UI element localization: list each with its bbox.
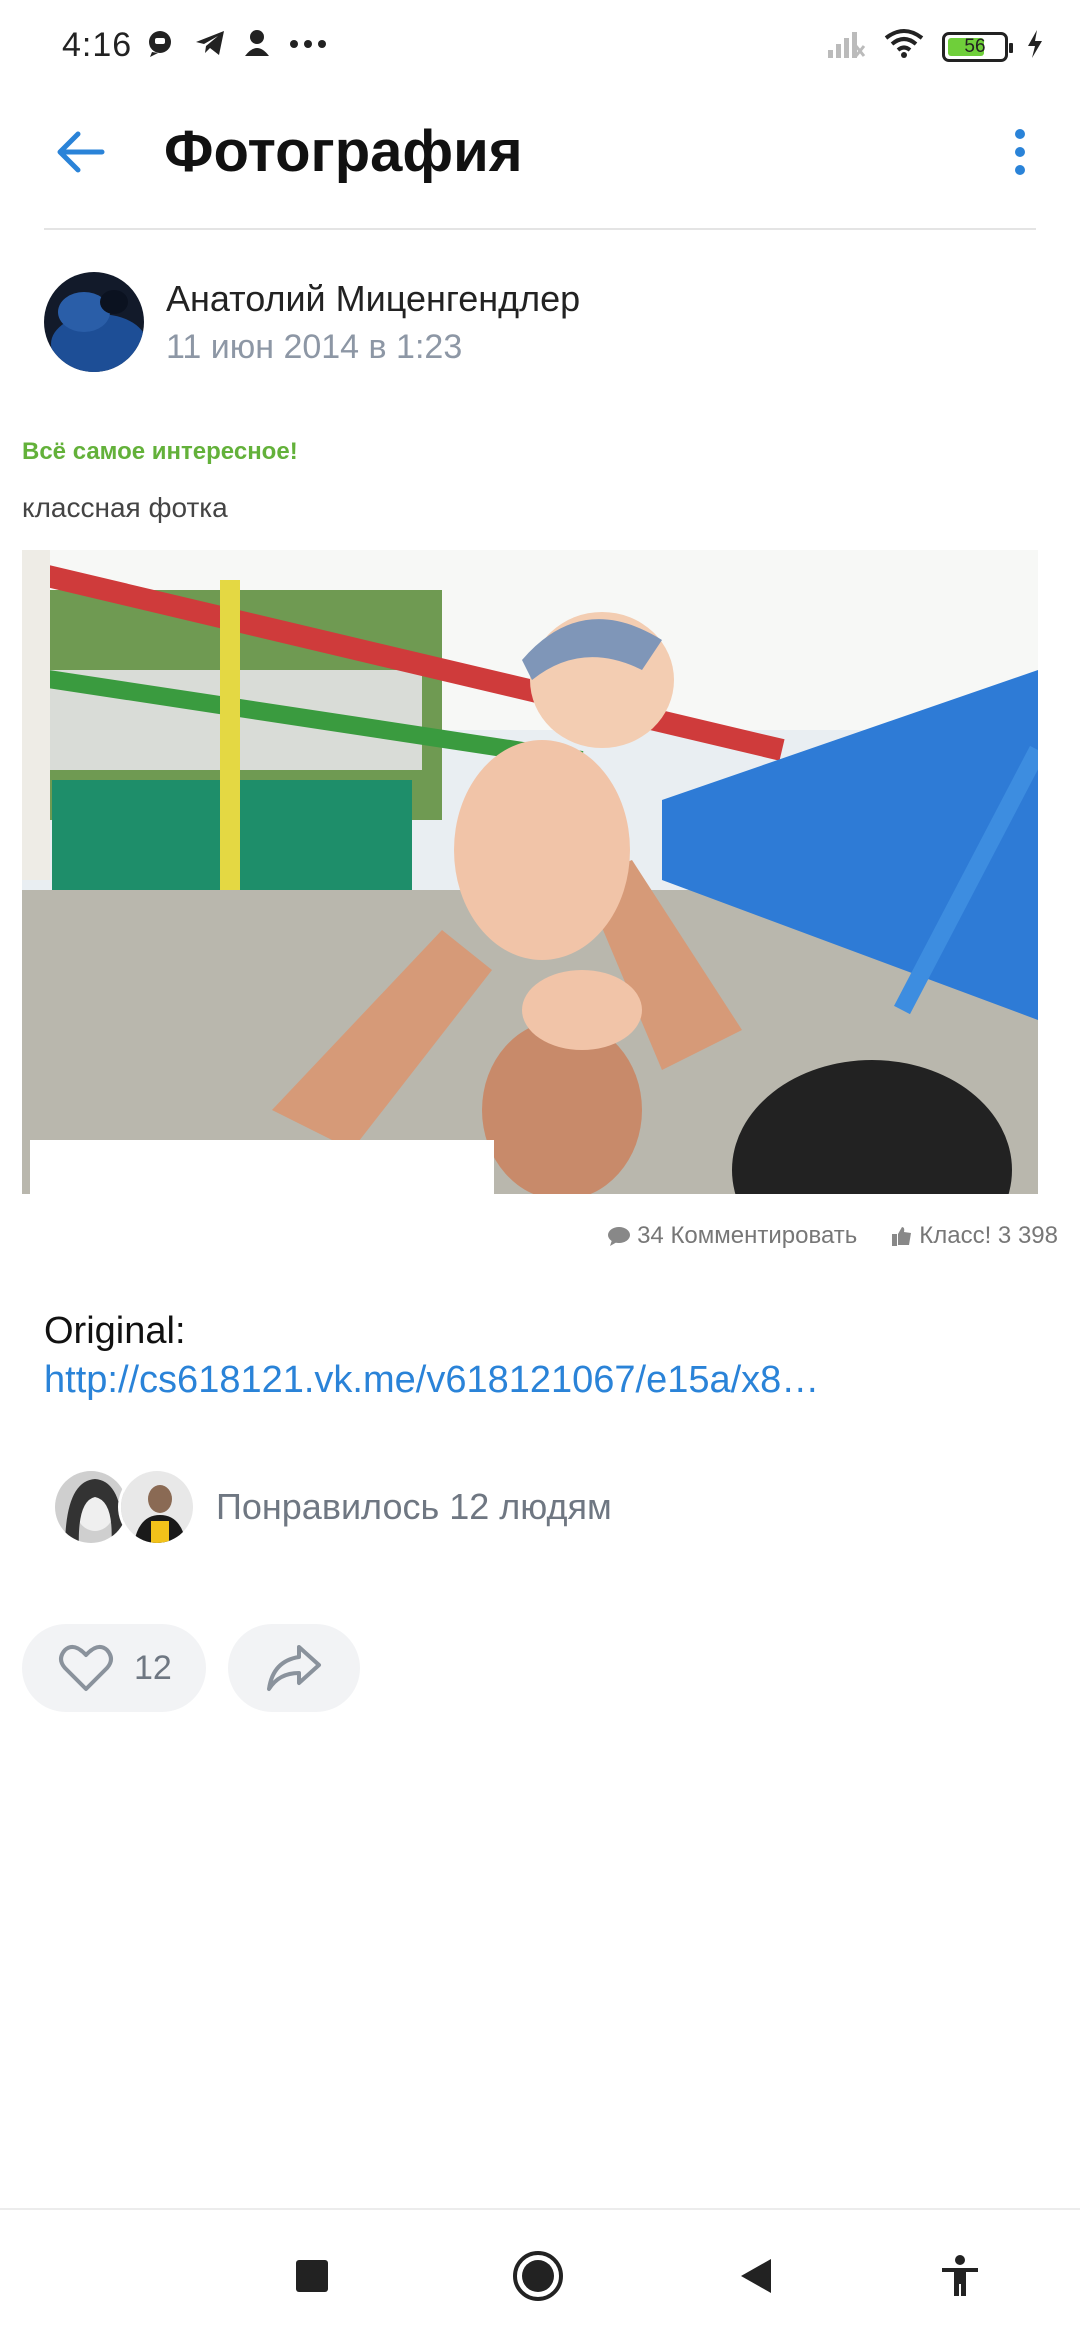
- home-button[interactable]: [506, 2244, 570, 2308]
- more-notifications-icon: [288, 28, 328, 63]
- photo-meta: 34 Комментировать Класс! 3 398: [607, 1222, 1058, 1250]
- share-button[interactable]: [228, 1624, 360, 1712]
- liker-avatar[interactable]: [118, 1468, 196, 1546]
- promo-text: Всё самое интересное!: [22, 438, 298, 465]
- author-avatar[interactable]: [44, 272, 144, 372]
- comment-icon: [608, 1227, 631, 1246]
- photo-klass: Класс! 3 398: [891, 1222, 1058, 1250]
- signal-icon: [826, 28, 866, 65]
- status-right-icons: 56: [826, 28, 1044, 65]
- klass-text: Класс! 3 398: [919, 1222, 1058, 1249]
- app-bar: Фотография: [0, 96, 1080, 230]
- post-actions: 12: [22, 1624, 360, 1712]
- author-name[interactable]: Анатолий Миценгендлер: [166, 278, 580, 320]
- charging-icon: [1026, 29, 1044, 64]
- back-nav-button[interactable]: [724, 2244, 788, 2308]
- thumb-up-icon: [892, 1227, 912, 1246]
- battery-level: 56: [964, 35, 986, 57]
- original-source: Original: http://cs618121.vk.me/v6181210…: [44, 1310, 819, 1402]
- accessibility-icon: [942, 2255, 978, 2296]
- triangle-back-icon: [741, 2259, 771, 2293]
- accessibility-button[interactable]: [928, 2244, 992, 2308]
- circle-icon: [513, 2251, 563, 2301]
- share-arrow-icon: [267, 1645, 321, 1691]
- recents-button[interactable]: [280, 2244, 344, 2308]
- like-count: 12: [134, 1648, 172, 1687]
- battery-icon: 56: [942, 31, 1013, 62]
- telegram-icon: [194, 28, 226, 63]
- status-left-icons: [146, 28, 328, 63]
- post-body: Всё самое интересное! классная фотка: [22, 438, 1062, 524]
- chat-bubble-icon: [146, 28, 176, 63]
- system-nav-bar: [0, 2208, 1080, 2340]
- post-date: 11 июн 2014 в 1:23: [166, 327, 463, 366]
- post-photo[interactable]: [22, 550, 1038, 1194]
- photo-comments: 34 Комментировать: [607, 1222, 857, 1250]
- post-author[interactable]: Анатолий Миценгендлер 11 июн 2014 в 1:23: [44, 272, 580, 372]
- page-title: Фотография: [164, 119, 523, 184]
- square-icon: [296, 2260, 328, 2292]
- post-caption: классная фотка: [22, 492, 228, 523]
- back-button[interactable]: [44, 116, 116, 188]
- more-options-button[interactable]: [990, 116, 1050, 188]
- comments-text: 34 Комментировать: [637, 1222, 858, 1249]
- status-time: 4:16: [62, 26, 133, 64]
- original-label: Original:: [44, 1310, 186, 1352]
- person-icon: [244, 28, 270, 63]
- like-button[interactable]: 12: [22, 1624, 206, 1712]
- likes-count-text[interactable]: Понравилось 12 людям: [216, 1486, 612, 1528]
- header-divider: [44, 228, 1036, 230]
- status-bar: 4:16 56: [0, 0, 1080, 96]
- original-link[interactable]: http://cs618121.vk.me/v618121067/e15a/x8…: [44, 1359, 819, 1402]
- wifi-icon: [884, 28, 924, 65]
- arrow-left-icon: [57, 131, 105, 173]
- more-vertical-icon: [1015, 129, 1025, 175]
- likes-summary[interactable]: Понравилось 12 людям: [52, 1468, 612, 1546]
- heart-icon: [59, 1644, 113, 1691]
